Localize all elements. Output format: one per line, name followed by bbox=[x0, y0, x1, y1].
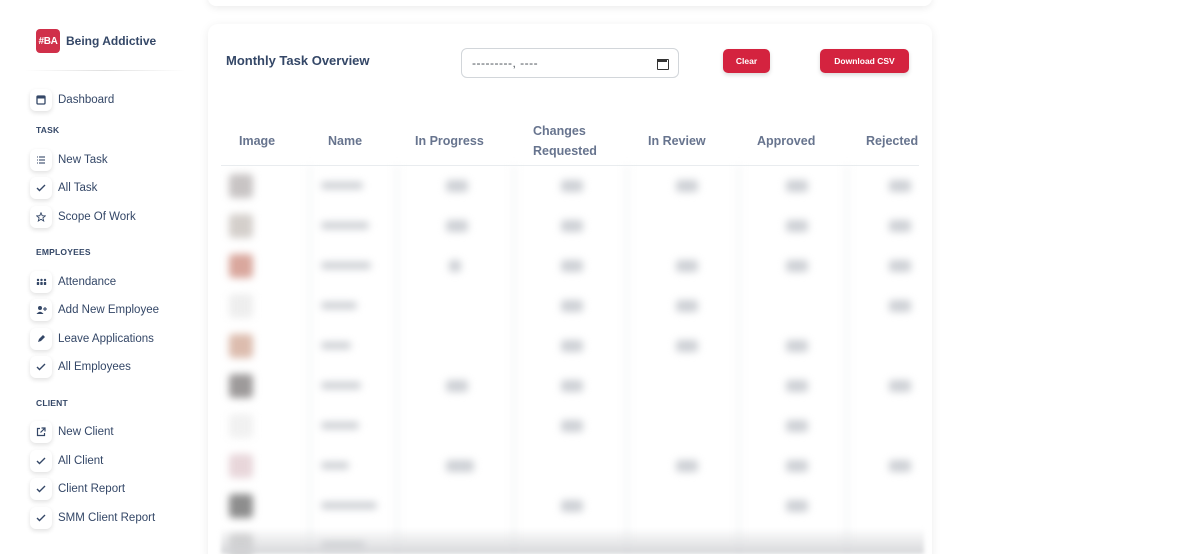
top-card bbox=[208, 0, 932, 6]
sidebar-item-label: SMM Client Report bbox=[58, 512, 156, 524]
check-icon bbox=[30, 478, 52, 500]
column-header-changes-requested: Changes Requested bbox=[533, 124, 597, 158]
list-icon bbox=[30, 149, 52, 171]
sidebar-item-new-client[interactable]: New Client bbox=[30, 420, 114, 444]
sidebar-item-label: Dashboard bbox=[58, 94, 115, 106]
people-icon bbox=[30, 271, 52, 293]
row-image bbox=[229, 374, 253, 398]
column-header-approved: Approved bbox=[757, 134, 816, 148]
column-header-in-review: In Review bbox=[648, 134, 706, 148]
sidebar-item-smm-client-report[interactable]: SMM Client Report bbox=[30, 506, 155, 530]
row-image bbox=[229, 454, 253, 478]
calendar-icon[interactable] bbox=[656, 57, 669, 70]
row-image bbox=[229, 214, 253, 238]
column-header-name: Name bbox=[328, 134, 363, 148]
sidebar-item-label: All Task bbox=[58, 182, 98, 194]
sidebar-item-label: Leave Applications bbox=[58, 333, 154, 345]
row-name bbox=[321, 182, 363, 189]
check-icon bbox=[30, 507, 52, 529]
sidebar-item-label: Client Report bbox=[58, 483, 126, 495]
brand-logo: #BA bbox=[36, 29, 60, 53]
clear-button[interactable]: Clear bbox=[723, 49, 770, 73]
row-image bbox=[229, 494, 253, 518]
row-image bbox=[229, 414, 253, 438]
sidebar-item-label: Add New Employee bbox=[58, 304, 159, 316]
brand[interactable]: #BA Being Addictive bbox=[36, 29, 156, 53]
page-title: Monthly Task Overview bbox=[226, 53, 370, 68]
sidebar-item-label: All Client bbox=[58, 455, 104, 467]
sidebar-item-all-task[interactable]: All Task bbox=[30, 176, 97, 200]
row-name bbox=[321, 382, 361, 389]
column-header-image: Image bbox=[239, 134, 276, 148]
table-row[interactable] bbox=[221, 286, 924, 326]
row-name bbox=[321, 462, 349, 469]
sidebar-item-label: Scope Of Work bbox=[58, 211, 136, 223]
row-name bbox=[321, 502, 377, 509]
table-body bbox=[221, 166, 924, 554]
check-icon bbox=[30, 450, 52, 472]
pen-icon bbox=[30, 328, 52, 350]
row-name bbox=[321, 422, 359, 429]
table-row[interactable] bbox=[221, 206, 924, 246]
row-name bbox=[321, 262, 371, 269]
row-image bbox=[229, 174, 253, 198]
row-name bbox=[321, 222, 369, 229]
table-row[interactable] bbox=[221, 446, 924, 486]
column-header-rejected: Rejected bbox=[866, 134, 919, 148]
sidebar-item-leave-applications[interactable]: Leave Applications bbox=[30, 327, 154, 351]
section-title-client: CLIENT bbox=[36, 398, 68, 408]
check-icon bbox=[30, 356, 52, 378]
table-row[interactable] bbox=[221, 246, 924, 286]
section-title-task: TASK bbox=[36, 125, 60, 135]
sidebar-item-label: Attendance bbox=[58, 276, 117, 288]
table-row[interactable] bbox=[221, 326, 924, 366]
sidebar: #BA Being Addictive Dashboard TASK New T… bbox=[0, 0, 200, 554]
scroll-shadow bbox=[221, 528, 924, 554]
sidebar-item-add-new-employee[interactable]: Add New Employee bbox=[30, 298, 159, 322]
sidebar-item-dashboard[interactable]: Dashboard bbox=[30, 88, 114, 112]
external-link-icon bbox=[30, 421, 52, 443]
month-input-value: ---------, ---- bbox=[472, 56, 539, 70]
sidebar-item-scope-of-work[interactable]: Scope Of Work bbox=[30, 205, 136, 229]
row-name bbox=[321, 342, 351, 349]
row-image bbox=[229, 254, 253, 278]
sidebar-item-label: All Employees bbox=[58, 361, 131, 373]
download-csv-button[interactable]: Download CSV bbox=[820, 49, 909, 73]
star-icon bbox=[30, 206, 52, 228]
section-title-employees: EMPLOYEES bbox=[36, 247, 91, 257]
add-user-icon bbox=[30, 299, 52, 321]
table-row[interactable] bbox=[221, 406, 924, 446]
monthly-overview-card: Monthly Task Overview ---------, ---- Cl… bbox=[208, 24, 932, 554]
table-row[interactable] bbox=[221, 486, 924, 526]
sidebar-item-attendance[interactable]: Attendance bbox=[30, 270, 116, 294]
table-row[interactable] bbox=[221, 366, 924, 406]
brand-name: Being Addictive bbox=[66, 34, 157, 48]
row-image bbox=[229, 334, 253, 358]
sidebar-item-new-task[interactable]: New Task bbox=[30, 148, 108, 172]
check-icon bbox=[30, 177, 52, 199]
sidebar-divider bbox=[24, 70, 186, 71]
sidebar-item-label: New Task bbox=[58, 154, 108, 166]
row-name bbox=[321, 302, 357, 309]
sidebar-item-all-employees[interactable]: All Employees bbox=[30, 355, 131, 379]
sidebar-item-client-report[interactable]: Client Report bbox=[30, 477, 125, 501]
sidebar-item-all-client[interactable]: All Client bbox=[30, 449, 103, 473]
month-picker-input[interactable]: ---------, ---- bbox=[461, 48, 679, 78]
row-image bbox=[229, 294, 253, 318]
column-header-in-progress: In Progress bbox=[415, 134, 484, 148]
table-row[interactable] bbox=[221, 166, 924, 206]
sidebar-item-label: New Client bbox=[58, 426, 114, 438]
dashboard-icon bbox=[30, 89, 52, 111]
